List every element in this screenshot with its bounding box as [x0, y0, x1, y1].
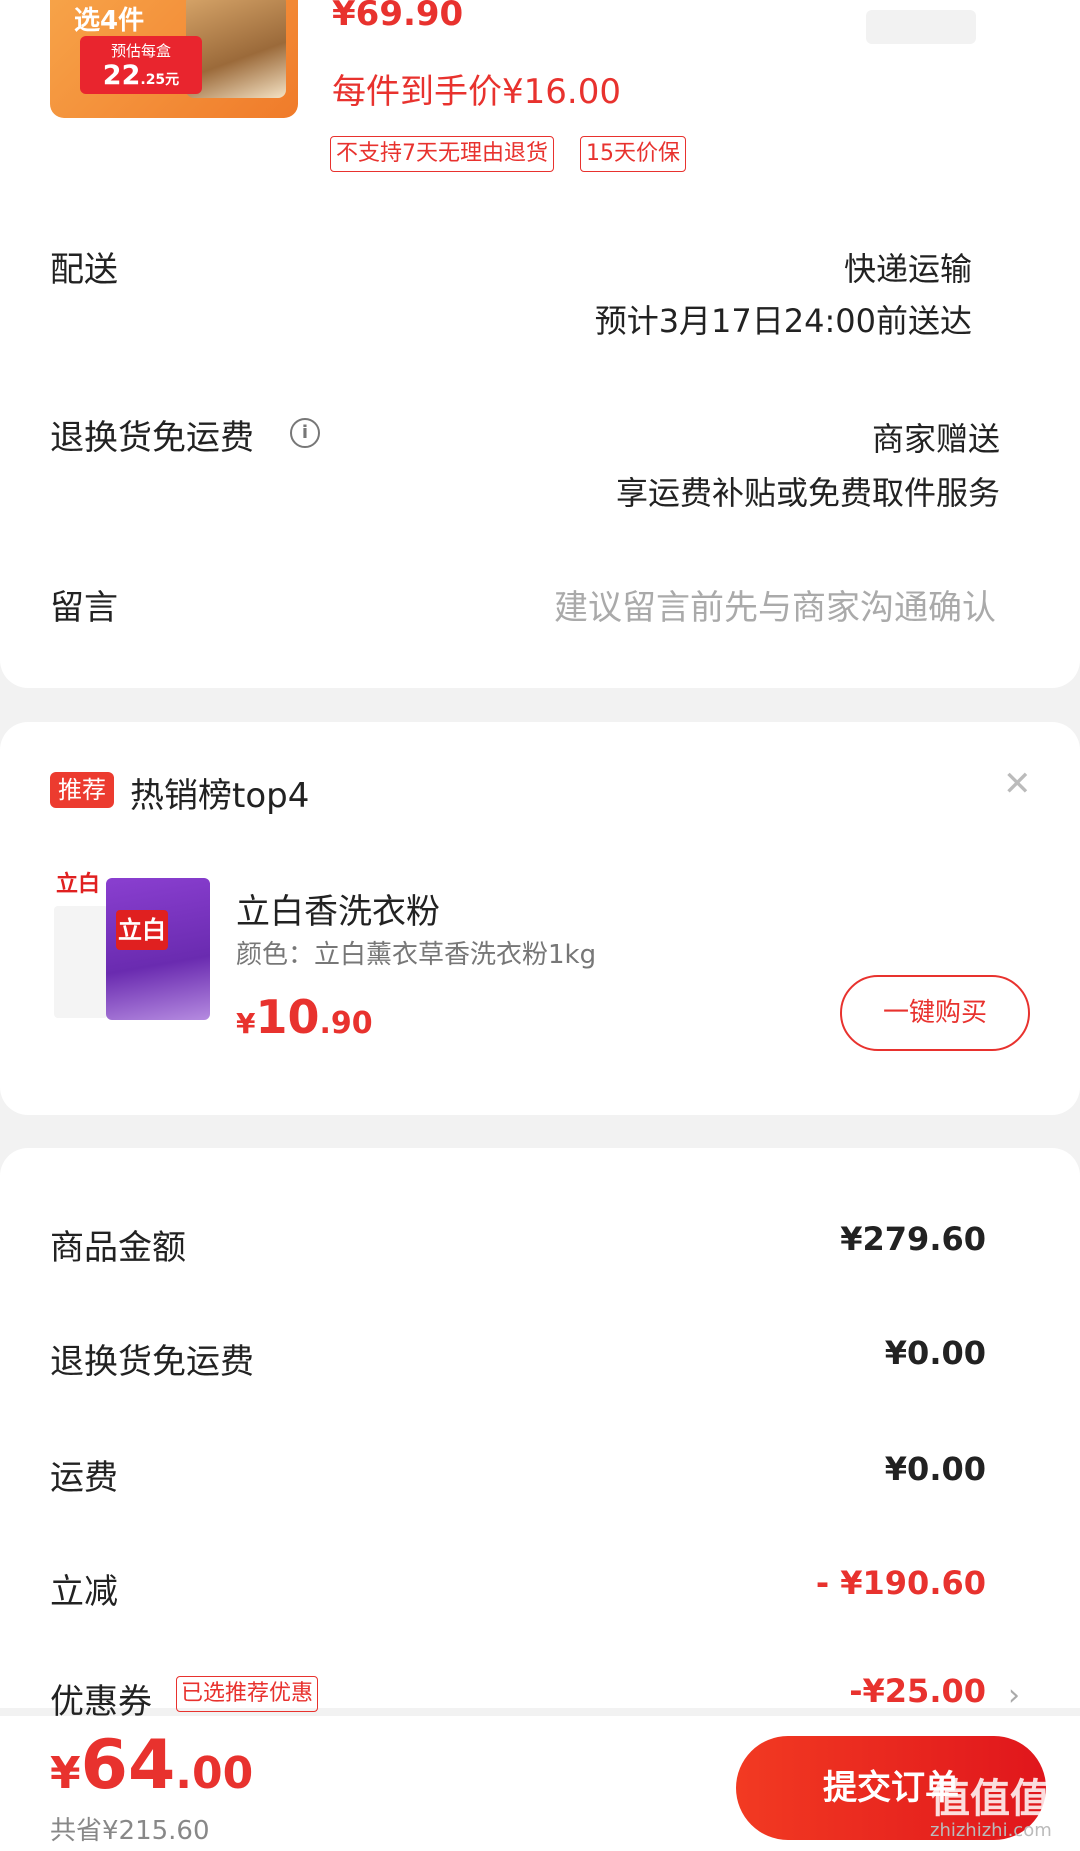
total-price: ¥64.00 [50, 1726, 254, 1805]
thumb-price: 22.25元 [102, 60, 180, 91]
price-per-item: 每件到手价¥16.00 [332, 72, 621, 112]
price-protect-tag: 15天价保 [580, 136, 686, 172]
watermark-logo: 值值值 [930, 1776, 1050, 1822]
goods-amount-label: 商品金额 [50, 1228, 186, 1268]
recommend-price: ¥10.90 [236, 990, 373, 1044]
thumb-est-label: 预估每盒 [110, 42, 171, 60]
message-input[interactable]: 建议留言前先与商家沟通确认 [554, 580, 996, 629]
close-icon[interactable]: ✕ [1003, 764, 1032, 804]
bag-logo: 立白 [116, 910, 168, 950]
no-return-tag: 不支持7天无理由退货 [330, 136, 554, 172]
goods-amount-value: ¥279.60 [840, 1220, 986, 1258]
recommend-spec: 颜色：立白薰衣草香洗衣粉1kg [236, 940, 597, 970]
discount-value: - ¥190.60 [815, 1564, 986, 1602]
return-fee-value: 商家赠送 [871, 420, 1000, 458]
image-side-panel [54, 906, 108, 1018]
coupon-value[interactable]: -¥25.00 [849, 1672, 986, 1710]
delivery-method: 快递运输 [843, 250, 972, 288]
shipping-value: ¥0.00 [884, 1450, 986, 1488]
recommend-title: 热销榜top4 [130, 776, 310, 816]
recommend-product-image[interactable]: 立白 立白 [50, 862, 216, 1028]
info-icon[interactable]: i [290, 418, 320, 448]
brand-logo: 立白 [56, 872, 101, 897]
detergent-bag: 立白 [106, 878, 210, 1020]
one-click-buy-button[interactable]: 一键购买 [840, 975, 1030, 1051]
recommend-badge: 推荐 [50, 772, 114, 808]
return-fee-summary-label: 退换货免运费 [50, 1342, 254, 1382]
watermark-url: zhizhizhi.com [930, 1820, 1052, 1841]
discount-label: 立减 [50, 1572, 118, 1612]
chevron-right-icon[interactable]: › [1008, 1678, 1020, 1713]
thumb-price-box: 预估每盒 22.25元 [80, 36, 202, 94]
return-fee-label: 退换货免运费 [50, 418, 254, 458]
return-fee-summary-value: ¥0.00 [884, 1334, 986, 1372]
saved-amount: 共省¥215.60 [50, 1816, 210, 1846]
quantity-stepper[interactable] [866, 10, 976, 44]
thumb-pick-text: 选4件 [74, 6, 145, 36]
product-thumbnail[interactable]: 选4件 预估每盒 22.25元 [50, 0, 298, 118]
coupon-selected-tag: 已选推荐优惠 [176, 1676, 319, 1712]
delivery-label: 配送 [50, 250, 118, 290]
product-price: ¥69.90 [332, 0, 464, 34]
delivery-eta: 预计3月17日24:00前送达 [594, 302, 972, 340]
return-fee-desc: 享运费补贴或免费取件服务 [615, 474, 1000, 512]
recommend-name[interactable]: 立白香洗衣粉 [236, 884, 440, 933]
message-label: 留言 [50, 588, 118, 628]
shipping-label: 运费 [50, 1458, 118, 1498]
